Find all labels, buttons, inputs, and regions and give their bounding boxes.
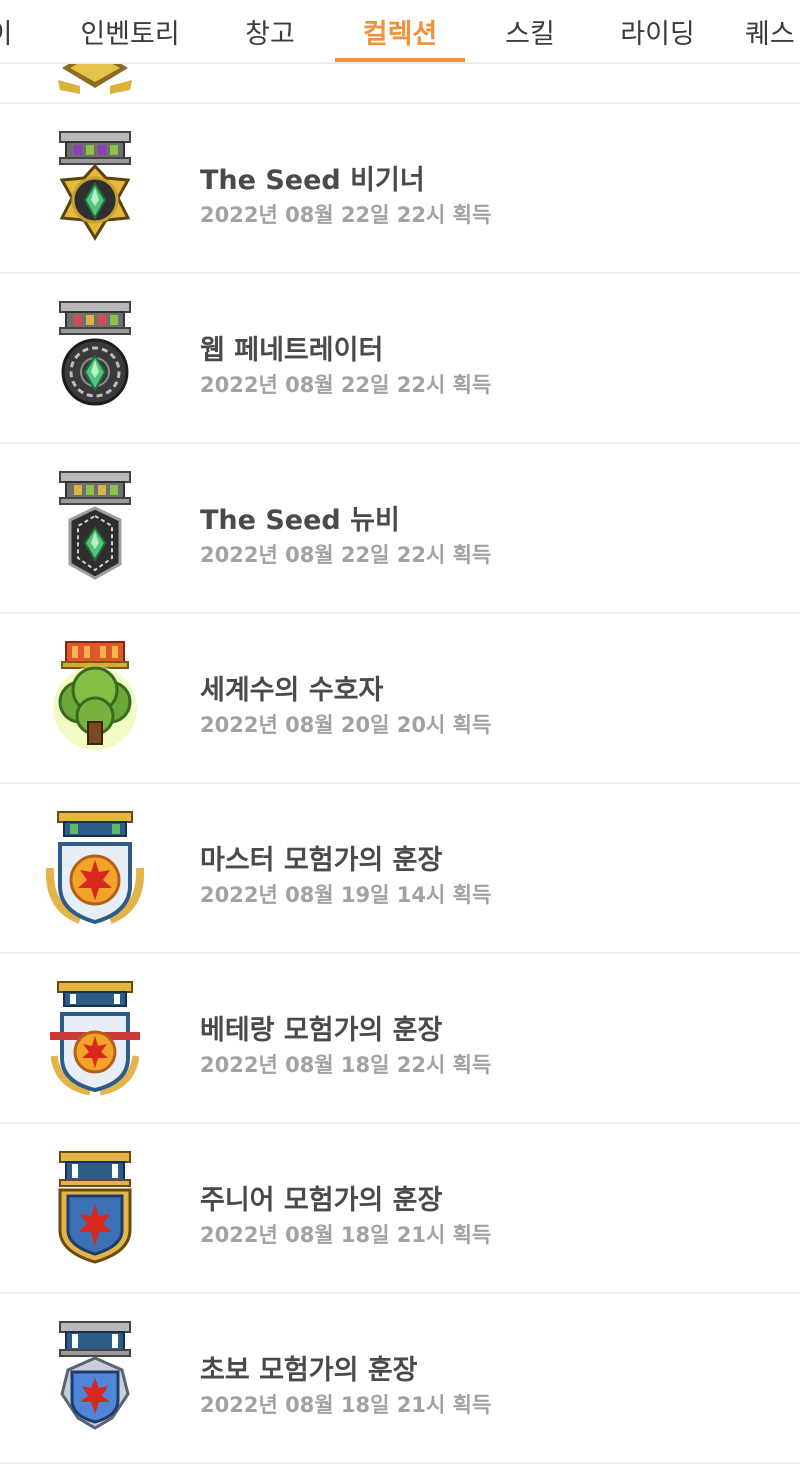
list-item[interactable]: The Seed 뉴비 2022년 08월 22일 22시 획득: [0, 444, 800, 614]
list-item[interactable]: 주니어 모험가의 훈장 2022년 08월 18일 21시 획득: [0, 1124, 800, 1294]
tab-riding[interactable]: 라이딩: [595, 0, 720, 62]
medal-name: 마스터 모험가의 훈장: [200, 845, 443, 876]
medal-name: 주니어 모험가의 훈장: [200, 1185, 443, 1216]
tab-inventory[interactable]: 인벤토리: [65, 0, 195, 62]
list-item[interactable]: 세계수의 수호자 2022년 08월 20일 20시 획득: [0, 614, 800, 784]
medal-name: 베테랑 모험가의 훈장: [200, 1015, 443, 1046]
tab-collection[interactable]: 컬렉션: [335, 0, 465, 62]
medal-name: The Seed 비기너: [200, 165, 425, 196]
list-item[interactable]: 초보 모험가의 훈장 2022년 08월 18일 21시 획득: [0, 1294, 800, 1464]
medal-icon: [58, 64, 132, 94]
tab-quest-partial[interactable]: 퀘스: [745, 0, 800, 62]
medal-list: The Seed 비기너 2022년 08월 22일 22시 획득 웹 페네트레…: [0, 64, 800, 1464]
tab-storage[interactable]: 창고: [215, 0, 325, 62]
medal-name: 초보 모험가의 훈장: [200, 1355, 418, 1386]
acquired-date: 2022년 08월 18일 21시 획득: [200, 1223, 492, 1247]
veteran-adventurer-medal-icon: [50, 981, 140, 1096]
list-item[interactable]: 마스터 모험가의 훈장 2022년 08월 19일 14시 획득: [0, 784, 800, 954]
seed-newbie-medal-icon: [59, 471, 131, 580]
list-item[interactable]: The Seed 비기너 2022년 08월 22일 22시 획득: [0, 104, 800, 274]
novice-adventurer-medal-icon: [59, 1321, 131, 1430]
acquired-date: 2022년 08월 22일 22시 획득: [200, 203, 492, 227]
medal-name: The Seed 뉴비: [200, 505, 400, 536]
master-adventurer-medal-icon: [45, 811, 145, 925]
acquired-date: 2022년 08월 19일 14시 획득: [200, 883, 492, 907]
list-item[interactable]: 웹 페네트레이터 2022년 08월 22일 22시 획득: [0, 274, 800, 444]
medal-name: 웹 페네트레이터: [200, 335, 384, 366]
seed-beginner-medal-icon: [59, 131, 131, 241]
web-penetrator-medal-icon: [59, 301, 131, 406]
tab-partial-left[interactable]: 이: [0, 0, 30, 62]
junior-adventurer-medal-icon: [58, 1151, 132, 1264]
tab-bar: 이 인벤토리 창고 컬렉션 스킬 라이딩 퀘스: [0, 0, 800, 64]
list-item-partial: [0, 64, 800, 104]
acquired-date: 2022년 08월 20일 20시 획득: [200, 713, 492, 737]
medal-name: 세계수의 수호자: [200, 675, 384, 706]
tab-skill[interactable]: 스킬: [475, 0, 585, 62]
list-item[interactable]: 베테랑 모험가의 훈장 2022년 08월 18일 22시 획득: [0, 954, 800, 1124]
acquired-date: 2022년 08월 18일 22시 획득: [200, 1053, 492, 1077]
active-tab-underline: [335, 58, 465, 62]
acquired-date: 2022년 08월 22일 22시 획득: [200, 373, 492, 397]
world-tree-guardian-medal-icon: [53, 641, 137, 750]
acquired-date: 2022년 08월 18일 21시 획득: [200, 1393, 492, 1417]
acquired-date: 2022년 08월 22일 22시 획득: [200, 543, 492, 567]
